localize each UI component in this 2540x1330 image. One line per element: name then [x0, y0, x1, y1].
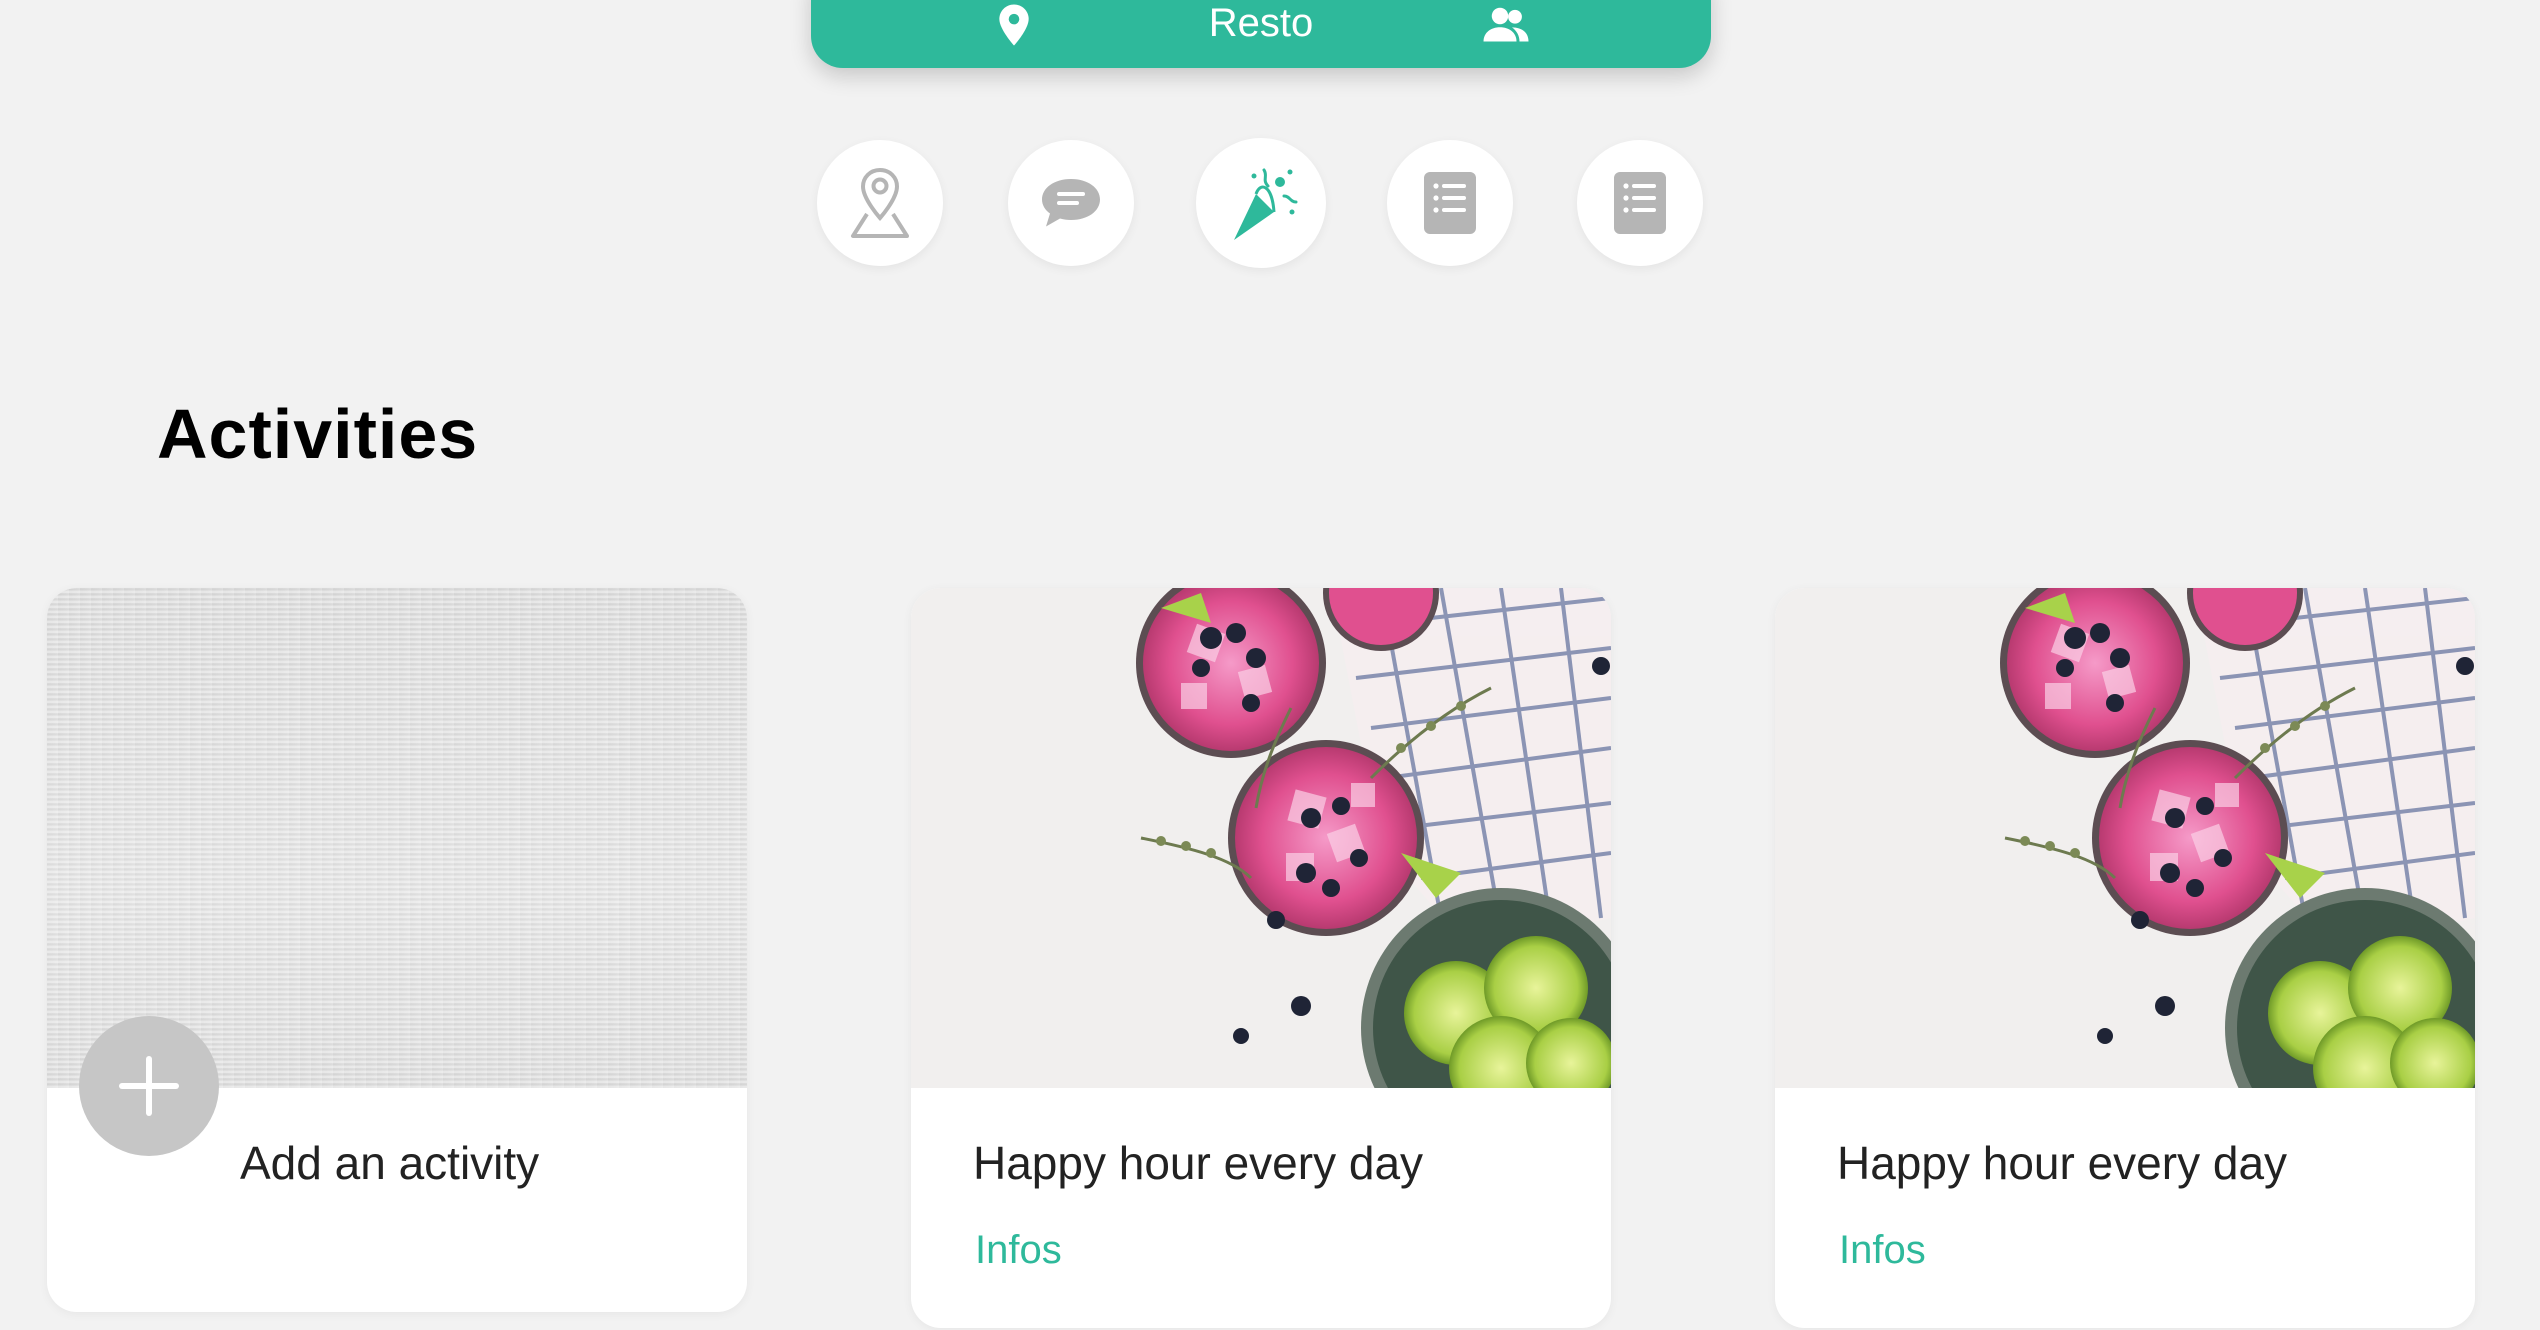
location-pin-icon[interactable]: [989, 0, 1039, 50]
card-image-texture: [47, 588, 747, 1088]
card-image-drinks: [1775, 588, 2475, 1088]
card-title: Happy hour every day: [1837, 1137, 2288, 1189]
activity-card[interactable]: Happy hour every day Infos: [911, 588, 1611, 1328]
chat-icon: [1042, 179, 1100, 227]
nav-chat-button[interactable]: [1008, 140, 1134, 266]
nav-list-button-2[interactable]: [1577, 140, 1703, 266]
card-title: Add an activity: [240, 1137, 540, 1189]
card-title: Happy hour every day: [973, 1137, 1424, 1189]
infos-link[interactable]: Infos: [975, 1220, 1062, 1280]
nav-map-pin-button[interactable]: [817, 140, 943, 266]
nav-list-button-1[interactable]: [1387, 140, 1513, 266]
map-pin-icon: [851, 167, 909, 238]
top-bar: Resto: [811, 0, 1711, 68]
section-title: Activities: [157, 395, 479, 473]
nav-party-button[interactable]: [1196, 138, 1326, 268]
users-icon[interactable]: [1481, 0, 1531, 50]
activity-card[interactable]: Happy hour every day Infos: [1775, 588, 2475, 1328]
app-title: Resto: [1208, 1, 1314, 45]
list-document-icon: [1424, 172, 1476, 234]
add-activity-button[interactable]: [79, 1016, 219, 1156]
plus-icon: [119, 1056, 179, 1116]
infos-link[interactable]: Infos: [1839, 1220, 1926, 1280]
card-image-drinks: [911, 588, 1611, 1088]
list-document-icon: [1614, 172, 1666, 234]
party-popper-icon: [1234, 168, 1298, 240]
add-activity-card[interactable]: Add an activity: [47, 588, 747, 1312]
